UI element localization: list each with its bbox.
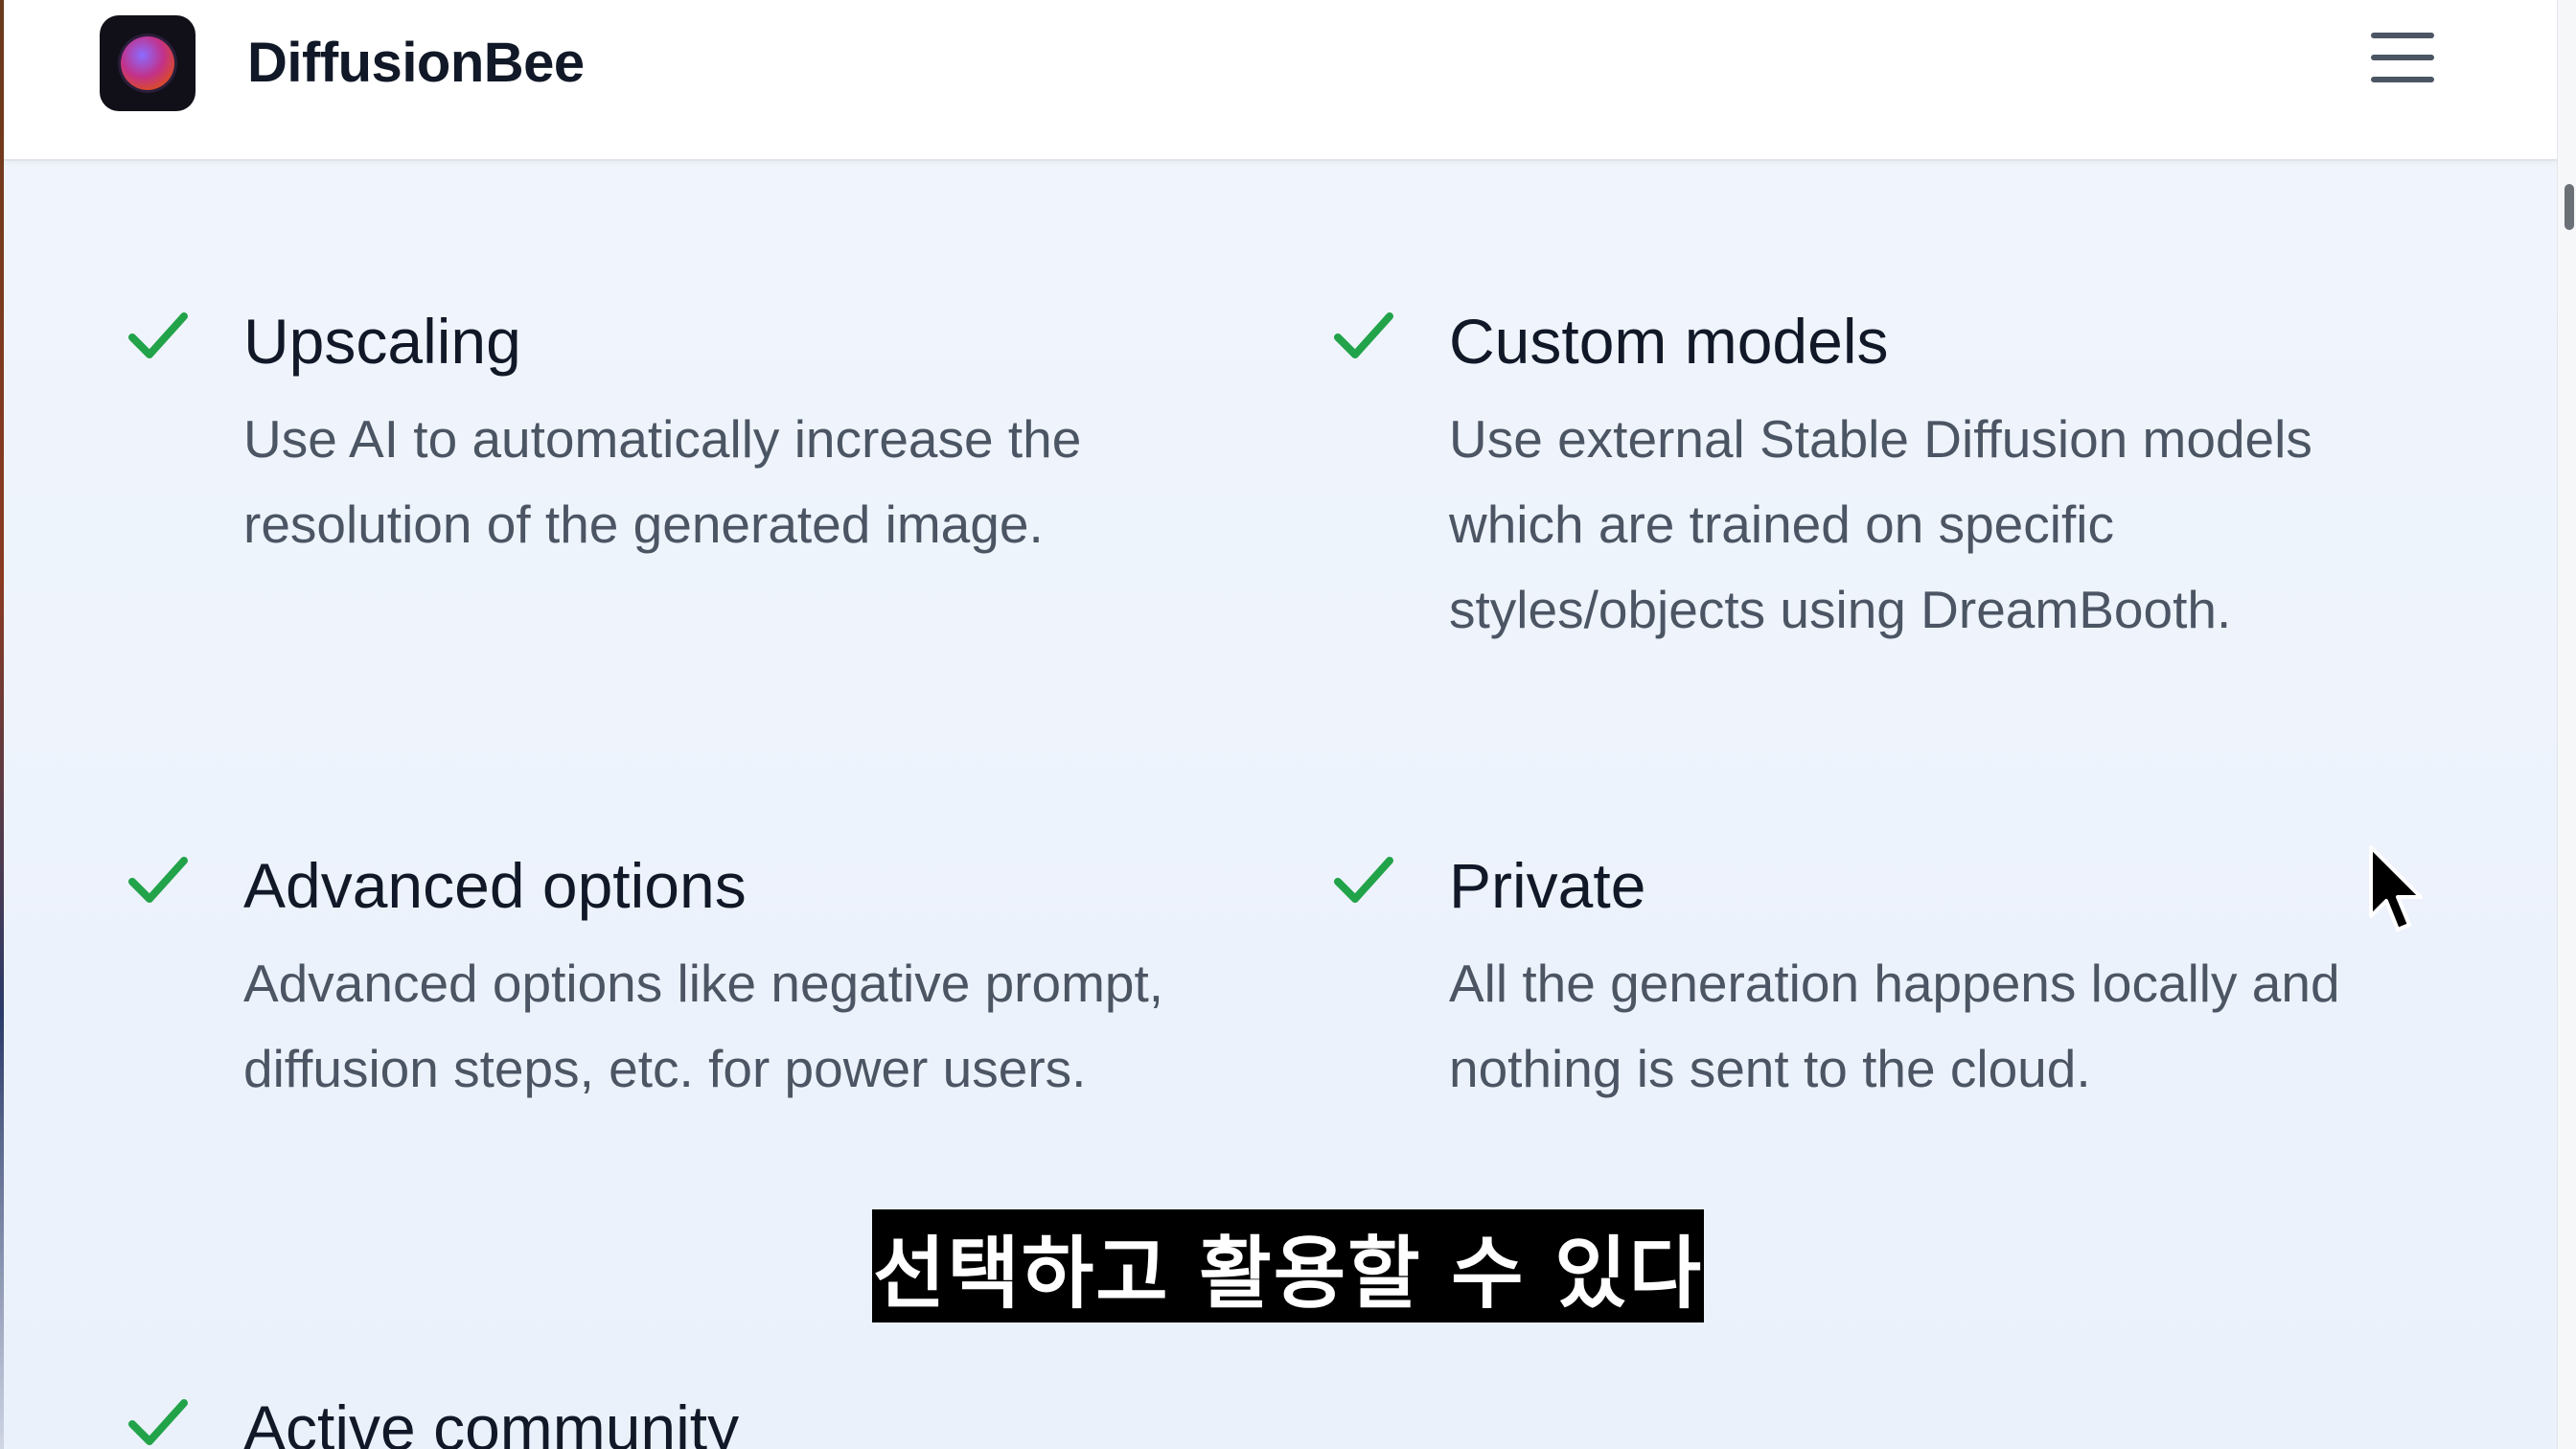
feature-title: Private (1449, 850, 1646, 921)
feature-title: Custom models (1449, 306, 1889, 377)
menu-bar (2371, 77, 2434, 82)
feature-description: Use AI to automatically increase the res… (243, 409, 1082, 554)
vertical-scrollbar[interactable] (2557, 0, 2576, 1449)
feature-description: Use external Stable Diffusion models whi… (1449, 409, 2312, 639)
scrollbar-thumb[interactable] (2564, 184, 2574, 230)
feature-title: Upscaling (243, 306, 521, 377)
brand-name[interactable]: DiffusionBee (247, 31, 585, 95)
checkmark-icon (128, 312, 188, 358)
menu-bar (2371, 33, 2434, 38)
checkmark-icon (1334, 857, 1393, 903)
video-subtitle: 선택하고 활용할 수 있다 (872, 1209, 1704, 1322)
subtitle-text: 선택하고 활용할 수 있다 (872, 1228, 1704, 1320)
feature-title: Active community (243, 1392, 740, 1449)
checkmark-icon (1334, 312, 1393, 358)
window-edge (0, 0, 4, 1449)
feature-description: All the generation happens locally and n… (1449, 954, 2340, 1098)
logo-orb-icon (121, 36, 174, 90)
mouse-cursor-icon (2369, 845, 2423, 932)
feature-title: Advanced options (243, 850, 747, 921)
diffusionbee-logo[interactable] (100, 15, 196, 111)
navbar: DiffusionBee (4, 0, 2557, 161)
menu-bar (2371, 55, 2434, 60)
feature-description: Advanced options like negative prompt, d… (243, 954, 1164, 1098)
checkmark-icon (128, 857, 188, 903)
page: DiffusionBee Upscaling Use AI to automat… (0, 0, 2576, 1449)
hamburger-menu-icon[interactable] (2367, 29, 2438, 86)
checkmark-icon (128, 1399, 188, 1445)
